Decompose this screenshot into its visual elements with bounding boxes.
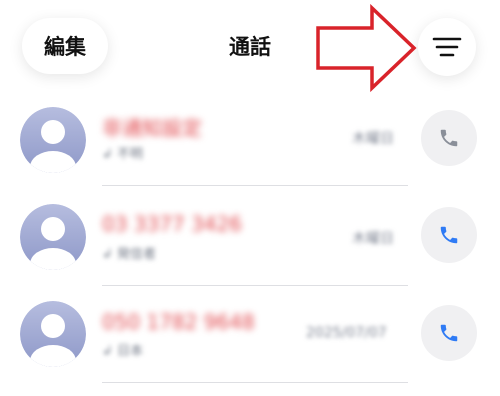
call-row[interactable]: 03 3377 3426 ↲ 発信者 木曜日 (0, 188, 500, 288)
call-subtitle: ↲ 発信者 (102, 247, 157, 262)
call-subtitle: ↲ 日本 (102, 344, 144, 359)
row-divider (102, 185, 408, 186)
call-button[interactable] (421, 207, 477, 263)
filter-lines-icon (432, 37, 462, 57)
call-row[interactable]: 非通知設定 ↲ 不明 木曜日 (0, 88, 500, 188)
caller-name: 03 3377 3426 (102, 212, 242, 236)
call-time: 木曜日 (352, 131, 394, 147)
caller-name: 非通知設定 (102, 116, 202, 140)
row-divider (102, 285, 408, 286)
contact-avatar-icon (20, 301, 86, 367)
contact-avatar-icon (20, 204, 86, 270)
page-title: 通話 (229, 35, 271, 59)
call-button[interactable] (421, 110, 477, 166)
call-button[interactable] (421, 305, 477, 361)
phone-icon (440, 129, 458, 147)
edit-button-label: 編集 (44, 35, 86, 59)
edit-button[interactable]: 編集 (22, 18, 108, 74)
caller-name: 050 1782 9648 (102, 310, 255, 334)
phone-icon (440, 324, 458, 342)
call-time: 2025/07/07 (306, 325, 387, 341)
call-row[interactable]: 050 1782 9648 ↲ 日本 2025/07/07 (0, 288, 500, 388)
contact-avatar-icon (20, 107, 86, 173)
filter-button[interactable] (418, 18, 476, 76)
call-time: 木曜日 (352, 231, 394, 247)
call-subtitle: ↲ 不明 (102, 147, 144, 162)
row-divider (102, 382, 408, 383)
annotation-arrow (316, 4, 417, 93)
phone-icon (440, 226, 458, 244)
